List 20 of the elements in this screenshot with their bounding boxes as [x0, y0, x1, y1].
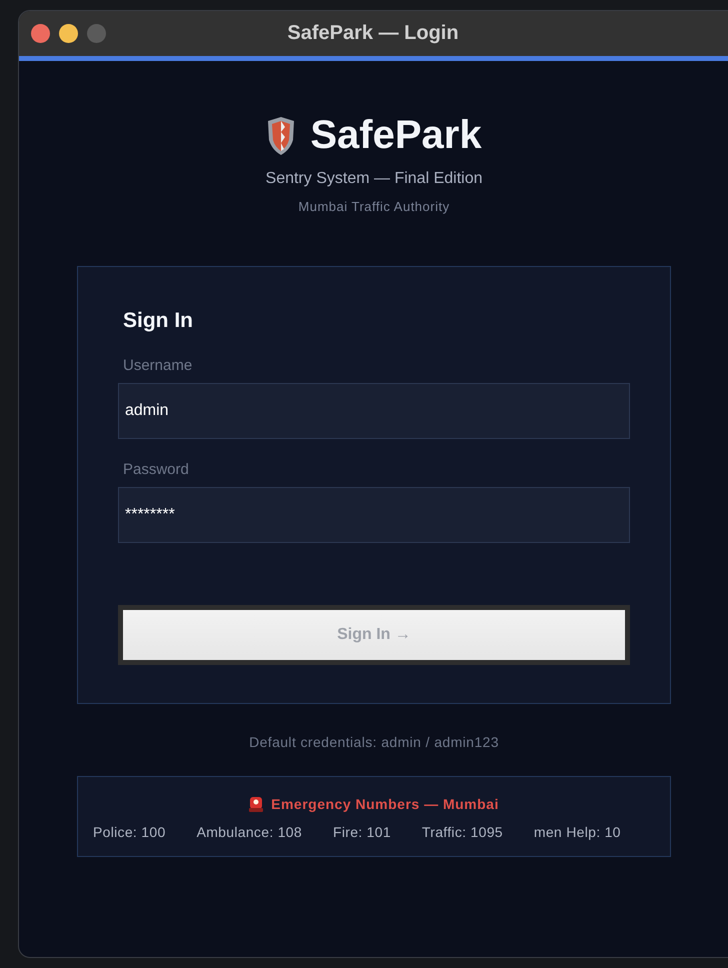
input-field[interactable]: admin	[118, 383, 630, 439]
sign-in-heading: Sign In	[123, 309, 194, 333]
emergency-number: Traffic: 1095	[422, 824, 503, 840]
emergency-title: Emergency Numbers — Mumbai	[271, 796, 499, 812]
emergency-number: Ambulance: 108	[196, 824, 302, 840]
credentials-hint: Default credentials: admin / admin123	[249, 734, 499, 750]
siren-icon	[249, 795, 264, 812]
emergency-number: Police: 100	[93, 824, 166, 840]
emergency-number: men Help: 10	[534, 824, 621, 840]
app-subtitle: Sentry System — Final Edition	[266, 170, 482, 188]
shield-icon	[266, 116, 296, 156]
emergency-number: Fire: 101	[332, 824, 391, 840]
input-field[interactable]: ********	[118, 487, 630, 543]
window-title: SafePark — Login	[287, 22, 459, 44]
field-label: Username	[123, 357, 194, 374]
field-label: Password	[123, 461, 190, 478]
app-name: SafePark	[310, 113, 482, 158]
app-tagline: Mumbai Traffic Authority	[298, 199, 450, 214]
close-button[interactable]	[31, 24, 50, 43]
minimize-button[interactable]	[59, 24, 78, 43]
